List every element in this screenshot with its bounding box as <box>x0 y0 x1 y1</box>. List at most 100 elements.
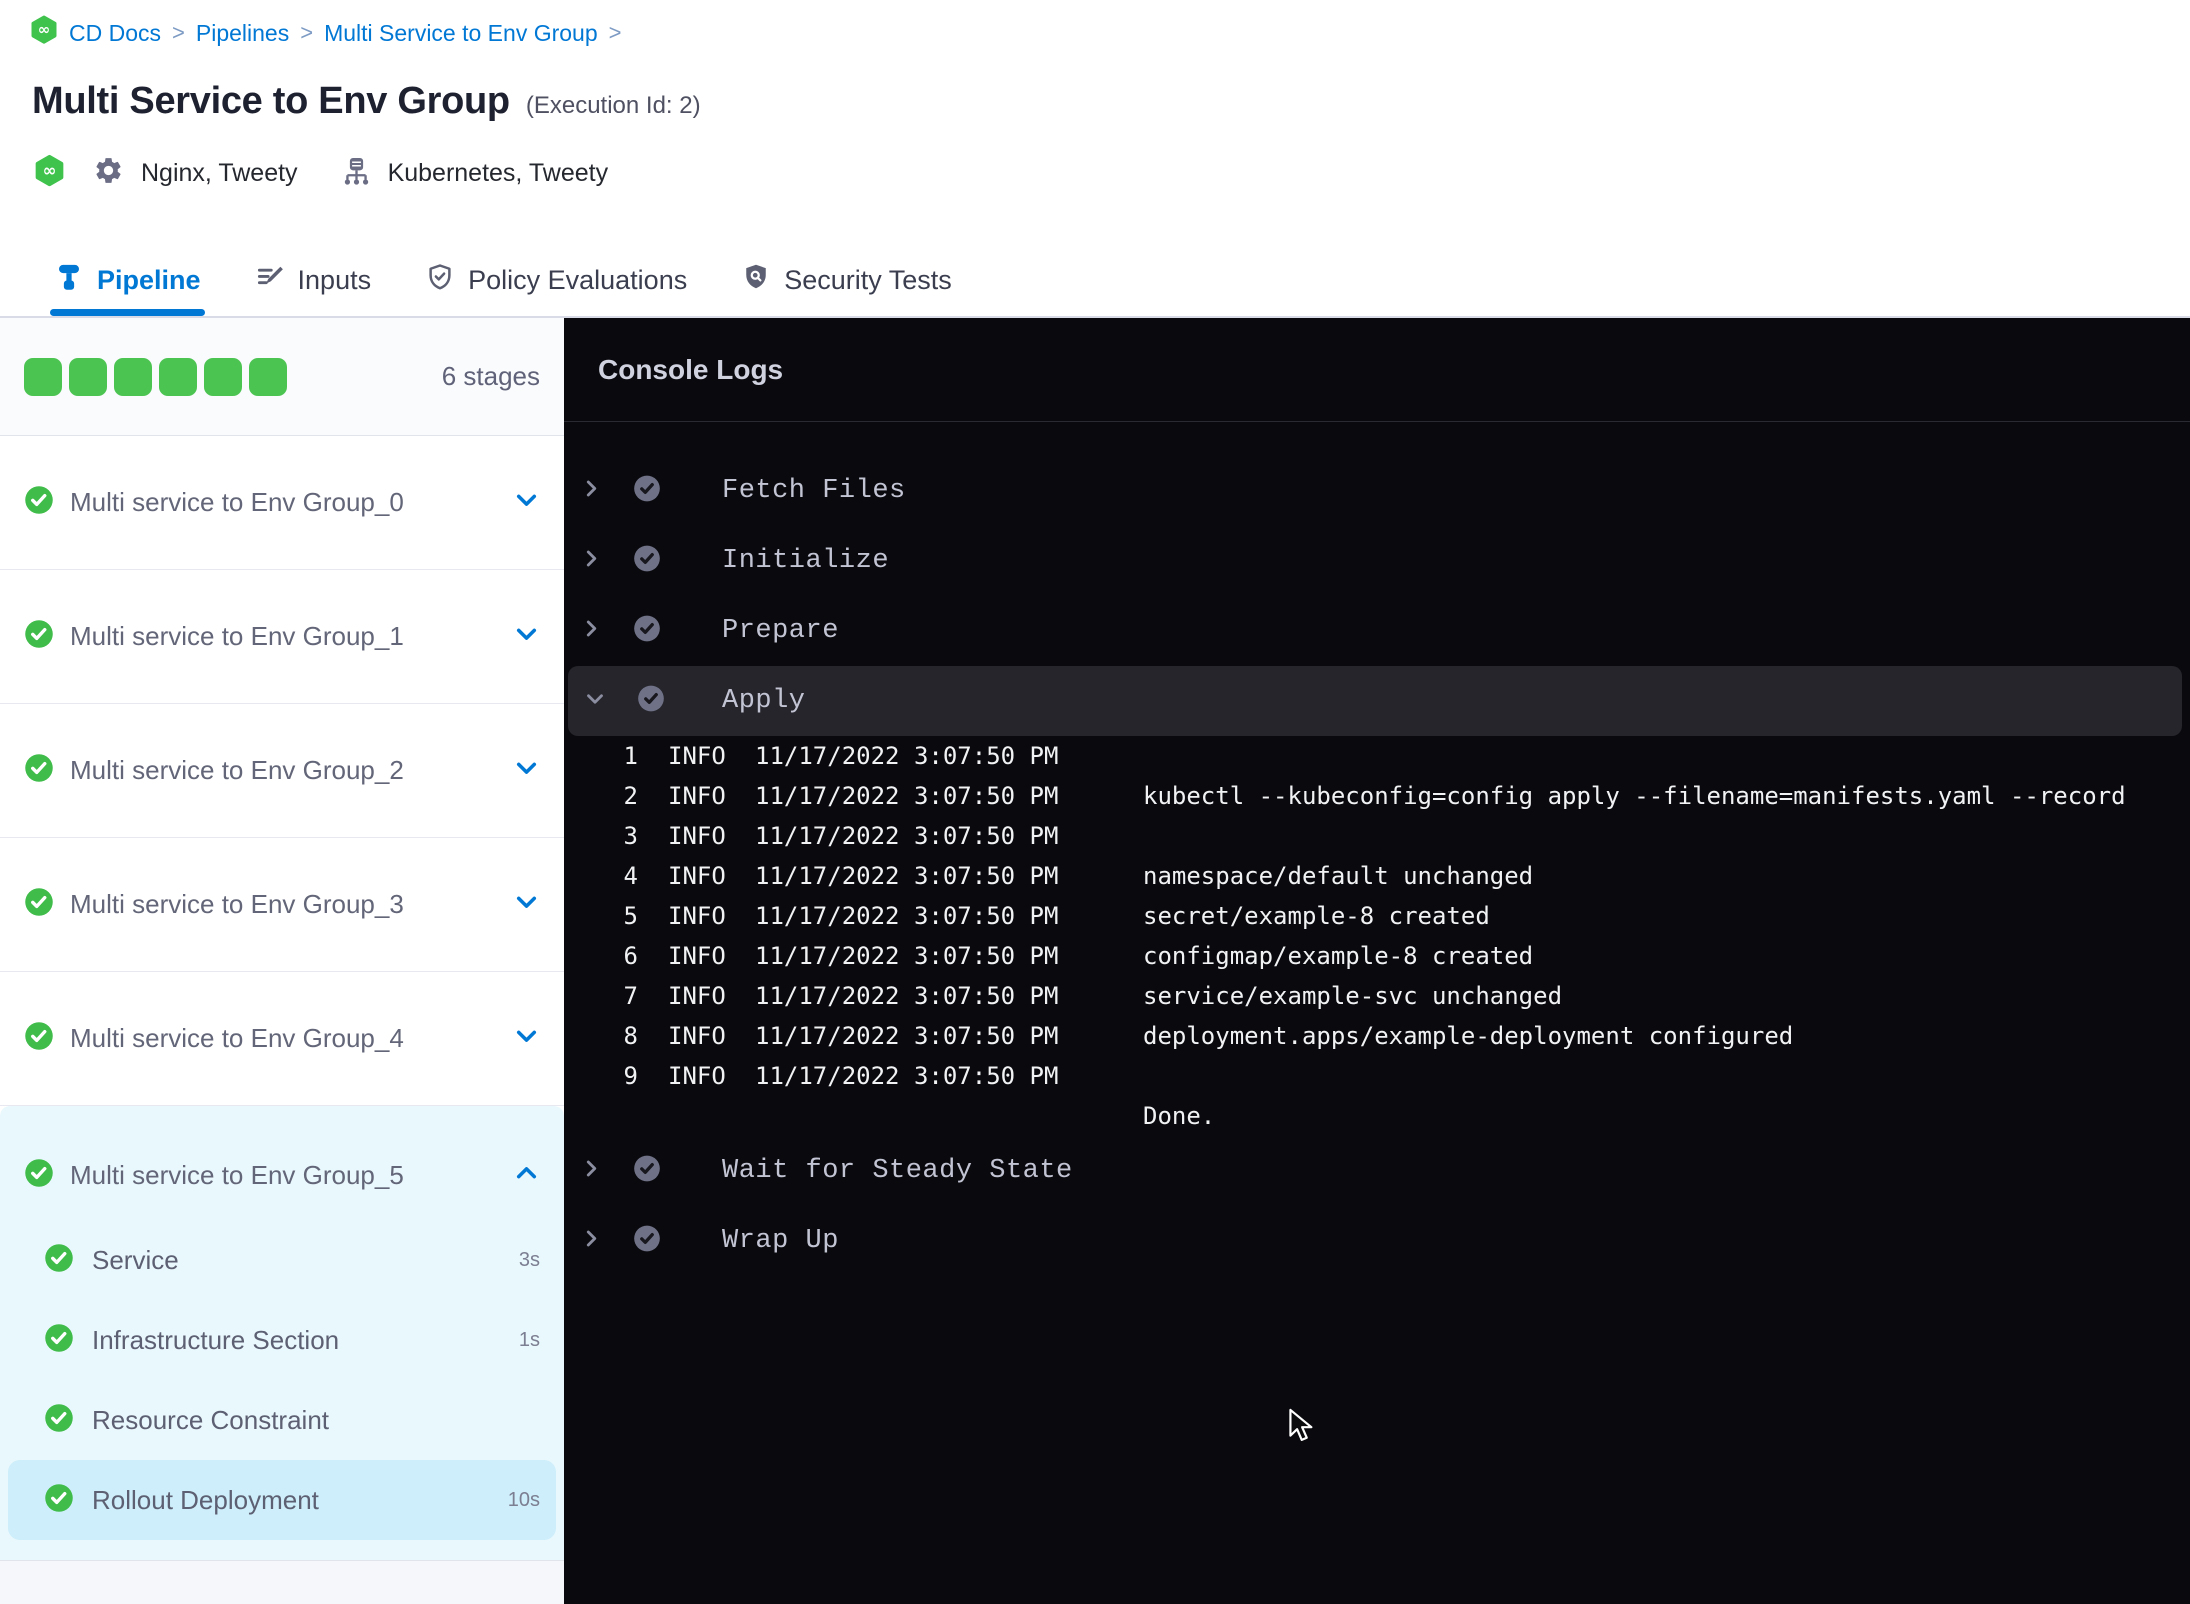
chevron-down-icon[interactable] <box>513 889 540 921</box>
log-line-number: 2 <box>623 782 638 810</box>
log-message: kubectl --kubeconfig=config apply --file… <box>1143 782 2126 810</box>
console-step-label: Fetch Files <box>722 476 906 506</box>
console-step-fetch-files[interactable]: Fetch Files <box>564 456 2190 526</box>
console-step-label: Apply <box>722 686 806 716</box>
stage-label: Multi service to Env Group_2 <box>70 755 404 785</box>
step-success-check-icon <box>633 1225 661 1258</box>
chevron-down-icon[interactable] <box>513 621 540 653</box>
log-line: 5 INFO 11/17/2022 3:07:50 PM secret/example… <box>564 896 2190 936</box>
cd-module-icon: ∞ <box>30 15 58 51</box>
tab-security-tests[interactable]: Security Tests <box>737 245 956 316</box>
log-message: secret/example-8 created <box>1143 902 1490 930</box>
stage-row-expanded-header[interactable]: Multi service to Env Group_5 <box>0 1144 564 1206</box>
log-line: 9 INFO 11/17/2022 3:07:50 PM <box>564 1056 2190 1096</box>
stage-progress-squares <box>24 357 287 396</box>
log-timestamp: 11/17/2022 3:07:50 PM <box>755 742 1059 770</box>
step-duration: 10s <box>507 1488 540 1511</box>
log-level: INFO <box>668 942 726 970</box>
stage-success-square <box>114 357 152 396</box>
stages-sidebar: 6 stages Multi service to Env Group_0 Mul… <box>0 318 564 1604</box>
chevron-down-icon[interactable] <box>513 487 540 519</box>
execution-id: (Execution Id: 2) <box>525 92 701 119</box>
step-success-check-icon <box>633 475 661 508</box>
log-line-number: 9 <box>623 1062 638 1090</box>
stage-row[interactable]: Multi service to Env Group_3 <box>0 838 564 972</box>
console-step-label: Wait for Steady State <box>722 1156 1073 1186</box>
step-row-resource-constraint[interactable]: Resource Constraint <box>0 1380 564 1460</box>
policy-evaluations-icon <box>425 262 455 299</box>
tab-label: Policy Evaluations <box>468 265 688 295</box>
stage-row[interactable]: Multi service to Env Group_0 <box>0 436 564 570</box>
log-message: configmap/example-8 created <box>1143 942 1534 970</box>
tab-pipeline[interactable]: Pipeline <box>50 245 205 316</box>
chevron-down-icon[interactable] <box>513 1023 540 1055</box>
console-step-apply[interactable]: Apply <box>568 666 2182 736</box>
stage-success-square <box>69 357 107 396</box>
execution-tabbar: Pipeline Inputs Policy Evaluations Security… <box>0 245 2190 318</box>
chevron-down-icon[interactable] <box>513 755 540 787</box>
log-timestamp: 11/17/2022 3:07:50 PM <box>755 862 1059 890</box>
log-level: INFO <box>668 1022 726 1050</box>
stage-row[interactable]: Multi service to Env Group_1 <box>0 570 564 704</box>
log-line: 7 INFO 11/17/2022 3:07:50 PM service/exampl… <box>564 976 2190 1016</box>
console-step-wrap-up[interactable]: Wrap Up <box>564 1206 2190 1276</box>
step-label: Rollout Deployment <box>92 1484 319 1515</box>
log-line-number: 3 <box>623 822 638 850</box>
success-check-icon <box>44 1323 74 1358</box>
title-row: Multi Service to Env Group (Execution Id… <box>32 80 701 123</box>
console-step-label: Prepare <box>722 616 839 646</box>
console-step-wait-for-steady-state[interactable]: Wait for Steady State <box>564 1136 2190 1206</box>
stage-row[interactable]: Multi service to Env Group_4 <box>0 972 564 1106</box>
step-row-rollout-deployment[interactable]: Rollout Deployment 10s <box>8 1460 556 1540</box>
inputs-icon <box>255 262 285 299</box>
console-step-prepare[interactable]: Prepare <box>564 596 2190 666</box>
breadcrumb-separator: > <box>300 20 314 45</box>
log-level: INFO <box>668 982 726 1010</box>
log-line-number: 6 <box>623 942 638 970</box>
chevron-down-icon[interactable] <box>582 686 608 717</box>
step-row-infrastructure-section[interactable]: Infrastructure Section 1s <box>0 1300 564 1380</box>
chevron-right-icon[interactable] <box>578 1226 604 1257</box>
console-step-initialize[interactable]: Initialize <box>564 526 2190 596</box>
log-level: INFO <box>668 1062 726 1090</box>
log-timestamp: 11/17/2022 3:07:50 PM <box>755 822 1059 850</box>
log-line: 3 INFO 11/17/2022 3:07:50 PM <box>564 816 2190 856</box>
breadcrumb-link[interactable]: Pipelines <box>196 20 289 47</box>
breadcrumb: ∞ CD Docs > Pipelines > Multi Service to Env… <box>30 15 622 51</box>
breadcrumb-link[interactable]: CD Docs <box>69 20 161 47</box>
chevron-right-icon[interactable] <box>578 616 604 647</box>
stage-label: Multi service to Env Group_5 <box>70 1159 404 1190</box>
step-row-service[interactable]: Service 3s <box>0 1220 564 1300</box>
console-step-label: Wrap Up <box>722 1226 839 1256</box>
success-check-icon <box>24 485 54 520</box>
console-step-label: Initialize <box>722 546 890 576</box>
chevron-right-icon[interactable] <box>578 546 604 577</box>
success-check-icon <box>24 619 54 654</box>
stage-label: Multi service to Env Group_4 <box>70 1023 404 1053</box>
tab-inputs[interactable]: Inputs <box>251 245 376 316</box>
success-check-icon <box>24 1158 54 1193</box>
expanded-stage: Multi service to Env Group_5 Service 3s Inf… <box>0 1106 564 1560</box>
chevron-right-icon[interactable] <box>578 476 604 507</box>
pipeline-icon <box>54 262 84 299</box>
stage-label: Multi service to Env Group_0 <box>70 487 404 517</box>
log-block: 1 INFO 11/17/2022 3:07:50 PM 2 INFO 11/17/202… <box>564 736 2190 1136</box>
console-logs-panel: Console Logs Fetch Files Initialize Prepar… <box>564 318 2190 1604</box>
log-line-number: 4 <box>623 862 638 890</box>
log-level: INFO <box>668 742 726 770</box>
svg-text:∞: ∞ <box>38 21 51 39</box>
stage-steps-list: Service 3s Infrastructure Section 1s Resourc… <box>0 1220 564 1540</box>
tab-policy-evaluations[interactable]: Policy Evaluations <box>421 245 691 316</box>
chevron-right-icon[interactable] <box>578 1156 604 1187</box>
stage-row[interactable]: Multi service to Env Group_2 <box>0 704 564 838</box>
chevron-up-icon[interactable] <box>513 1159 540 1191</box>
success-check-icon <box>24 887 54 922</box>
tab-label: Pipeline <box>97 265 201 295</box>
breadcrumb-link[interactable]: Multi Service to Env Group <box>324 20 598 47</box>
log-message: service/example-svc unchanged <box>1143 982 1563 1010</box>
pipeline-execution-page: ∞ CD Docs > Pipelines > Multi Service to Env… <box>0 0 2190 1604</box>
log-line-number: 7 <box>623 982 638 1010</box>
services-label: Nginx, Tweety <box>141 158 298 187</box>
console-steps-list: Fetch Files Initialize Prepare Apply 1 INFO 11… <box>564 422 2190 1276</box>
execution-meta-row: ∞ Nginx, Tweety Kubernetes, Tweety <box>34 152 608 194</box>
